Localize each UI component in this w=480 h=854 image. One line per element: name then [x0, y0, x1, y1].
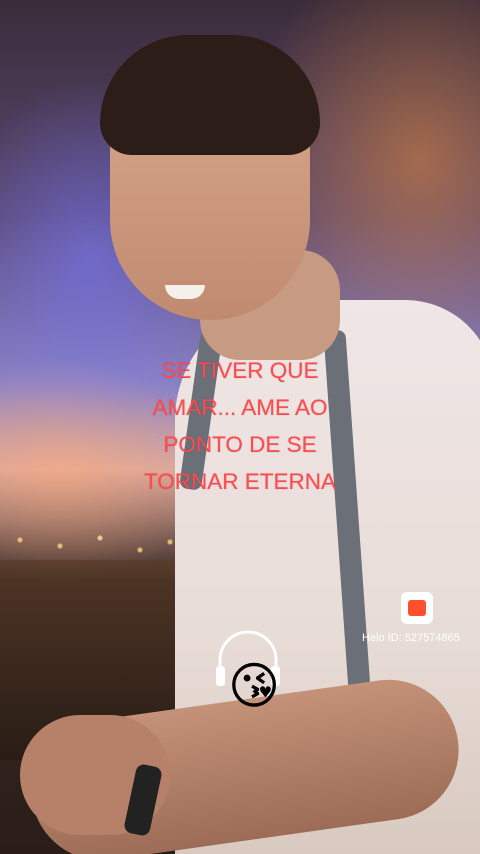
- helo-app-icon: [401, 592, 433, 624]
- caption-line-1: SE TIVER QUE: [161, 358, 319, 383]
- caption-line-3: PONTO DE SE: [163, 432, 317, 457]
- kiss-emoji-icon: 😘: [228, 657, 281, 715]
- caption-line-4: TORNAR ETERNA: [143, 469, 337, 494]
- helo-id-text: Helo ID: 527574865: [362, 632, 460, 644]
- caption-line-2: AMAR... AME AO: [152, 395, 328, 420]
- person-hair: [100, 35, 320, 155]
- overlay-caption: SE TIVER QUE AMAR... AME AO PONTO DE SE …: [100, 352, 380, 500]
